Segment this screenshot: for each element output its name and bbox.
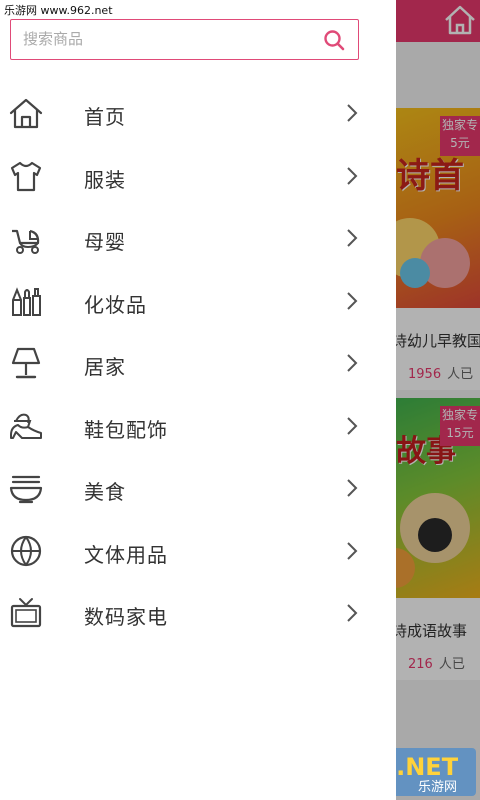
lamp-icon [11, 347, 41, 379]
menu-item-label: 首页 [84, 105, 126, 129]
noodle-bowl-icon [9, 475, 43, 504]
search-bar[interactable] [10, 19, 359, 60]
menu-item-digital-appliances[interactable]: 数码家电 [0, 582, 396, 645]
chevron-right-icon [347, 604, 358, 622]
stroller-icon [12, 229, 40, 254]
menu-item-home-living[interactable]: 居家 [0, 332, 396, 395]
chevron-right-icon [347, 416, 358, 435]
shirt-icon [10, 161, 42, 191]
menu-item-label: 鞋包配饰 [84, 417, 168, 442]
menu-item-label: 文体用品 [84, 542, 168, 567]
site-watermark-text: 乐游网 www.962.net [0, 0, 117, 20]
chevron-right-icon [347, 354, 358, 372]
menu-item-mother-baby[interactable]: 母婴 [0, 207, 396, 270]
menu-item-label: 服装 [84, 167, 126, 192]
chevron-right-icon [347, 541, 358, 560]
menu-item-label: 美食 [84, 480, 126, 504]
chevron-right-icon [347, 104, 358, 122]
menu-item-label: 母婴 [84, 230, 126, 254]
ball-icon [10, 535, 42, 566]
chevron-right-icon [347, 291, 358, 310]
home-icon [9, 98, 43, 129]
menu-item-label: 居家 [84, 355, 126, 379]
menu-item-home[interactable]: 首页 [0, 82, 396, 145]
menu-item-sports-stationery[interactable]: 文体用品 [0, 520, 396, 583]
menu-item-cosmetics[interactable]: 化妆品 [0, 270, 396, 333]
svg-text:乐游网: 乐游网 [418, 780, 457, 795]
cosmetics-icon [12, 286, 41, 316]
menu-item-shoes-bags[interactable]: 鞋包配饰 [0, 395, 396, 458]
chevron-right-icon [347, 479, 358, 497]
category-menu: 首页 服装 母婴 化妆品 居家 鞋包配饰 美食 文体用品 数码家电 [0, 82, 396, 645]
menu-item-label: 化妆品 [84, 292, 147, 317]
tv-icon [10, 598, 42, 628]
search-icon[interactable] [322, 28, 346, 52]
menu-item-label: 数码家电 [84, 605, 168, 629]
category-drawer: 乐游网 www.962.net 首页 服装 [0, 0, 396, 800]
chevron-right-icon [347, 166, 358, 185]
shoe-bag-icon [10, 413, 42, 439]
menu-item-clothing[interactable]: 服装 [0, 145, 396, 208]
search-input[interactable] [23, 20, 313, 58]
menu-item-food[interactable]: 美食 [0, 457, 396, 520]
chevron-right-icon [347, 229, 358, 247]
